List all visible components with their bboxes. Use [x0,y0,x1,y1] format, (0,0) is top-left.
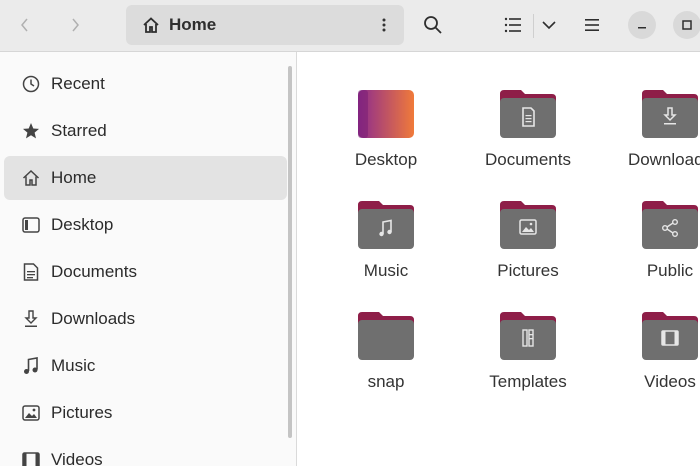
sidebar-item-label: Home [51,168,97,187]
folder-icon [358,312,414,360]
item-label: Videos [644,372,696,391]
download-icon [21,309,41,329]
minimize-button[interactable] [628,11,656,39]
chevron-right-icon [72,18,79,32]
search-button[interactable] [416,9,450,41]
sidebar-item-home[interactable]: Home [4,156,287,200]
sidebar-item-documents[interactable]: Documents [4,250,287,294]
downloads-folder-icon [642,90,698,138]
sidebar-item-label: Pictures [51,403,113,422]
folder-item[interactable]: Music [326,199,446,299]
chevron-left-icon [21,18,28,32]
desktop-folder-icon [358,90,414,138]
music-icon [21,356,41,376]
vertical-dots-icon[interactable] [372,13,396,37]
documents-folder-icon [500,90,556,138]
sidebar-item-desktop[interactable]: Desktop [4,203,287,247]
sidebar-item-recent[interactable]: Recent [4,62,287,106]
sidebar-item-pictures[interactable]: Pictures [4,391,287,435]
item-label: Documents [485,150,571,169]
sidebar-item-label: Recent [51,74,105,93]
minimize-icon [638,27,646,29]
sidebar: Recent Starred Home Desktop Documents Do… [0,52,297,466]
folder-item[interactable]: Templates [468,310,588,410]
sidebar-item-label: Downloads [51,309,136,328]
item-label: Public [646,261,694,280]
sidebar-item-label: Documents [51,262,137,281]
sidebar-item-videos[interactable]: Videos [4,438,287,466]
sidebar-item-downloads[interactable]: Downloads [4,297,287,341]
file-grid: Desktop Documents Downloads Music [297,52,700,466]
back-button[interactable] [8,9,42,41]
folder-item[interactable]: snap [326,310,446,410]
search-icon [424,16,442,34]
hamburger-icon [585,19,599,31]
home-icon [21,168,41,188]
sidebar-item-music[interactable]: Music [4,344,287,388]
sidebar-item-label: Starred [51,121,107,140]
folder-item[interactable]: Videos [610,310,700,410]
folder-item[interactable]: Documents [468,88,588,188]
folder-item[interactable]: Public [610,199,700,299]
item-label: snap [367,372,405,391]
sidebar-item-label: Desktop [51,215,114,234]
sidebar-item-starred[interactable]: Starred [4,109,287,153]
folder-item[interactable]: Pictures [468,199,588,299]
item-label: Desktop [354,150,418,169]
videos-folder-icon [642,312,698,360]
path-bar[interactable]: Home [126,5,404,45]
pictures-folder-icon [500,201,556,249]
list-view-icon [504,17,521,33]
star-icon [21,121,41,141]
item-label: Music [363,261,409,280]
templates-folder-icon [500,312,556,360]
item-label: Pictures [497,261,559,280]
sidebar-scrollbar[interactable] [288,66,292,438]
header-bar: Home [0,0,700,52]
document-icon [21,262,41,282]
list-view-button[interactable] [496,9,530,41]
clock-icon [21,74,41,94]
picture-icon [21,403,41,423]
public-folder-icon [642,201,698,249]
view-options-button[interactable] [532,9,566,41]
sidebar-item-label: Videos [51,450,103,466]
path-current-folder[interactable]: Home [169,15,216,35]
sidebar-item-label: Music [51,356,96,375]
maximize-icon [682,20,692,30]
desktop-icon [21,215,41,235]
item-label: Templates [489,372,567,391]
forward-button[interactable] [58,9,92,41]
chevron-down-icon [542,21,556,30]
main-menu-button[interactable] [575,9,609,41]
home-icon [143,17,159,33]
music-folder-icon [358,201,414,249]
folder-item[interactable]: Downloads [610,88,700,188]
maximize-button[interactable] [673,11,700,39]
folder-item[interactable]: Desktop [326,88,446,188]
item-label: Downloads [627,150,700,169]
video-icon [21,450,41,466]
